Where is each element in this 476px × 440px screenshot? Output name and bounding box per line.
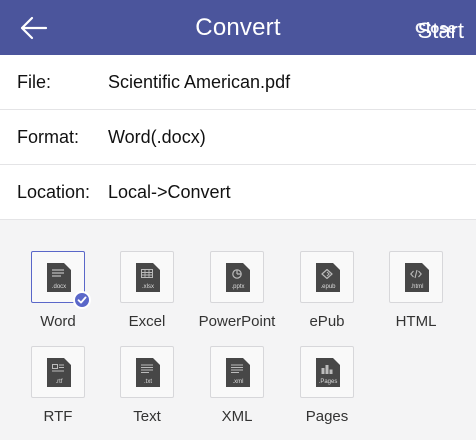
powerpoint-doc-icon: .pptx (226, 263, 250, 292)
format-tile: .pptx (210, 251, 264, 303)
format-name: Pages (305, 408, 349, 425)
app-header: Convert Start Close (0, 0, 476, 55)
format-value: Word(.docx) (108, 127, 206, 147)
format-option-word[interactable]: .docx Word (13, 251, 103, 330)
format-tile: .docx (31, 251, 91, 309)
pages-doc-icon: .Pages (316, 358, 340, 387)
format-grid: .docx Word .xlsx Excel .pptx PowerPoint (0, 220, 476, 440)
start-button[interactable]: Start Close (384, 14, 464, 43)
epub-doc-icon: .epub (316, 263, 340, 292)
format-name: Word (40, 313, 76, 330)
format-tile: .xlsx (120, 251, 174, 303)
format-label: Format: (17, 127, 80, 147)
format-name: PowerPoint (198, 313, 276, 330)
file-label: File: (17, 72, 52, 92)
location-label: Location: (17, 182, 91, 202)
location-value: Local->Convert (108, 182, 231, 202)
format-option-html[interactable]: .html HTML (371, 251, 461, 330)
word-doc-icon: .docx (47, 263, 71, 292)
format-tile: .html (389, 251, 443, 303)
selected-check-icon (73, 291, 91, 309)
format-name: HTML (395, 313, 437, 330)
format-tile: .epub (300, 251, 354, 303)
format-name: ePub (309, 313, 345, 330)
file-row: File: Scientific American.pdf (0, 55, 476, 110)
format-option-pages[interactable]: .Pages Pages (282, 346, 372, 425)
excel-doc-icon: .xlsx (136, 263, 160, 292)
text-doc-icon: .txt (136, 358, 160, 387)
html-doc-icon: .html (405, 263, 429, 292)
location-row[interactable]: Location: Local->Convert (0, 165, 476, 220)
rtf-doc-icon: .rtf (47, 358, 71, 387)
file-value: Scientific American.pdf (108, 72, 291, 92)
format-option-xml[interactable]: .xml XML (192, 346, 282, 425)
format-name: RTF (43, 408, 73, 425)
format-name: Excel (128, 313, 166, 330)
format-option-powerpoint[interactable]: .pptx PowerPoint (192, 251, 282, 330)
format-option-rtf[interactable]: .rtf RTF (13, 346, 103, 425)
format-option-text[interactable]: .txt Text (102, 346, 192, 425)
format-name: Text (133, 408, 161, 425)
close-label: Close (415, 20, 456, 37)
format-option-epub[interactable]: .epub ePub (282, 251, 372, 330)
format-name: XML (221, 408, 253, 425)
format-tile: .Pages (300, 346, 354, 398)
format-tile: .rtf (31, 346, 85, 398)
format-tile: .txt (120, 346, 174, 398)
format-option-excel[interactable]: .xlsx Excel (102, 251, 192, 330)
xml-doc-icon: .xml (226, 358, 250, 387)
format-tile: .xml (210, 346, 264, 398)
format-row[interactable]: Format: Word(.docx) (0, 110, 476, 165)
